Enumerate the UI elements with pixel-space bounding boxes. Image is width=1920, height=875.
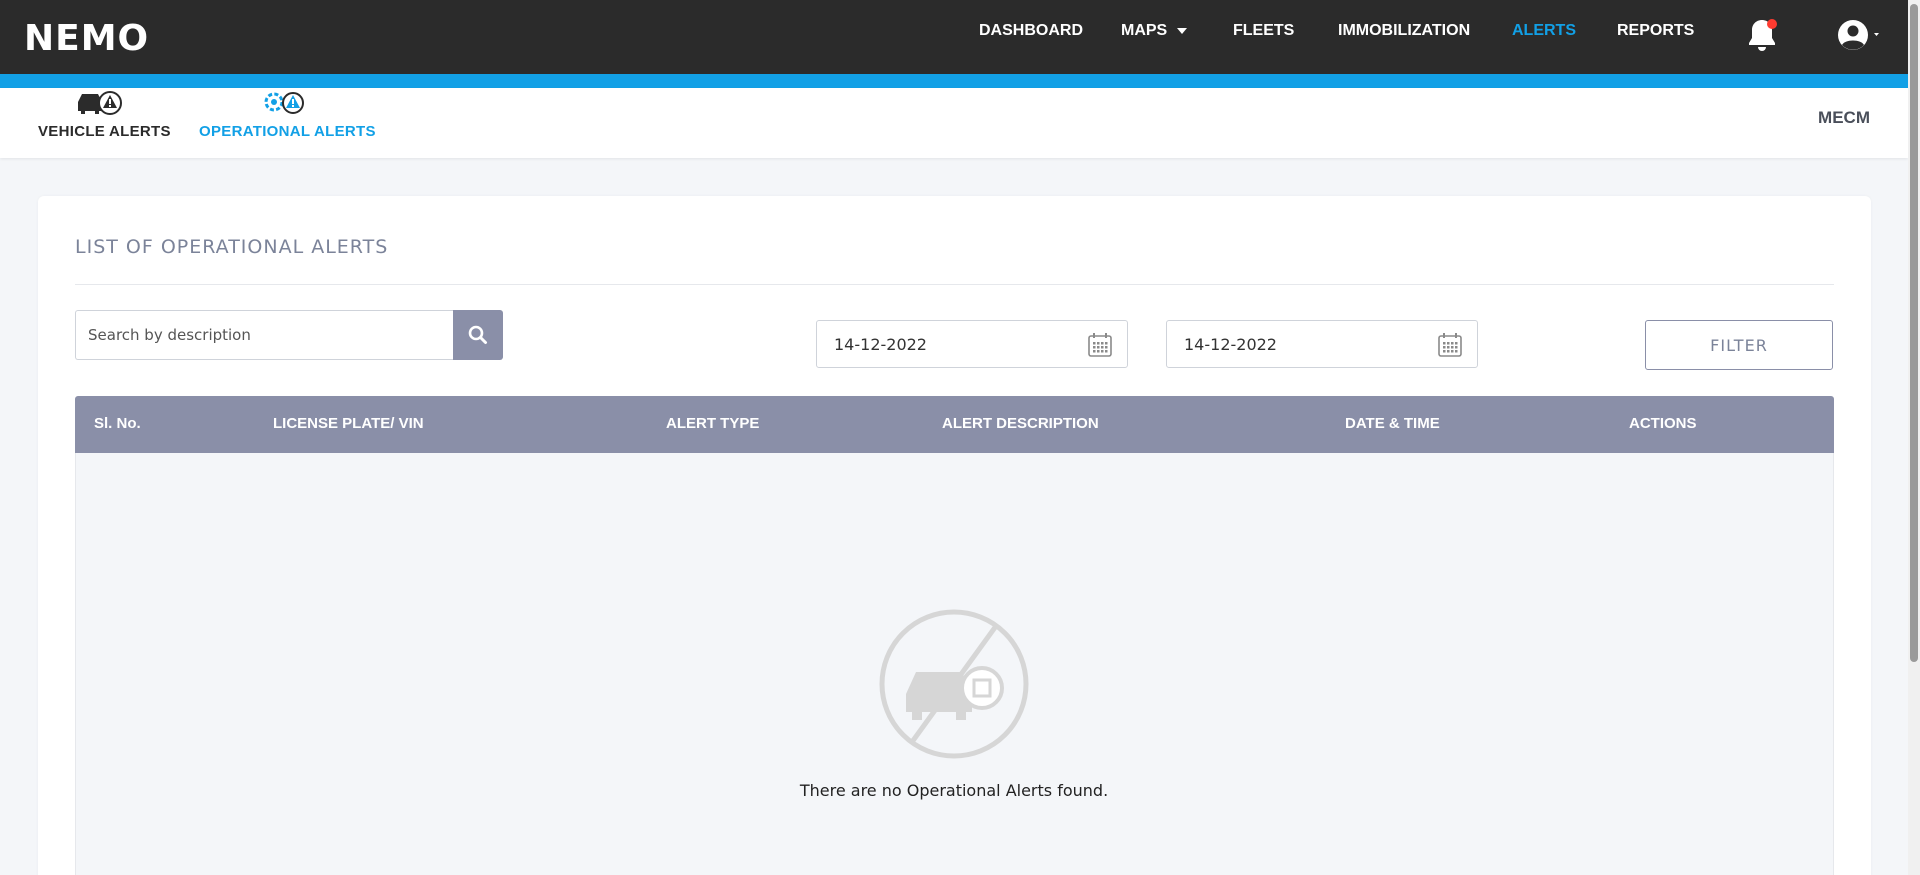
- top-navbar: NEMO DASHBOARD MAPS FLEETS IMMOBILIZATIO…: [0, 0, 1908, 74]
- column-header-alert-description: ALERT DESCRIPTION: [942, 415, 1099, 432]
- nav-maps[interactable]: MAPS: [1121, 22, 1188, 46]
- search-icon: [468, 325, 487, 344]
- nav-immobilization[interactable]: IMMOBILIZATION: [1338, 22, 1470, 46]
- column-header-license-plate: LICENSE PLATE/ VIN: [273, 415, 424, 432]
- tab-operational-alerts-label: OPERATIONAL ALERTS: [199, 123, 376, 140]
- notification-bell-icon[interactable]: [1745, 16, 1779, 54]
- calendar-icon[interactable]: [1437, 332, 1463, 358]
- nav-fleets[interactable]: FLEETS: [1233, 22, 1294, 46]
- scrollbar-thumb[interactable]: [1910, 4, 1918, 662]
- accent-bar: [0, 74, 1908, 88]
- calendar-icon[interactable]: [1087, 332, 1113, 358]
- date-to-value: 14-12-2022: [1184, 335, 1277, 354]
- search-input[interactable]: [75, 310, 455, 360]
- app-logo[interactable]: NEMO: [24, 18, 149, 59]
- nav-alerts[interactable]: ALERTS: [1512, 22, 1576, 46]
- tab-vehicle-alerts-label: VEHICLE ALERTS: [38, 123, 171, 140]
- column-header-date-time: DATE & TIME: [1345, 415, 1440, 432]
- empty-state-text: There are no Operational Alerts found.: [799, 781, 1109, 800]
- title-divider: [75, 284, 1834, 285]
- nav-dashboard[interactable]: DASHBOARD: [979, 22, 1083, 46]
- nav-maps-label: MAPS: [1121, 22, 1168, 39]
- date-from-field[interactable]: 14-12-2022: [816, 320, 1128, 368]
- date-to-field[interactable]: 14-12-2022: [1166, 320, 1478, 368]
- empty-state-message: There are no Operational Alerts found.: [0, 781, 1908, 800]
- page-scrollbar[interactable]: [1908, 0, 1920, 875]
- column-header-sl-no: Sl. No.: [94, 415, 141, 432]
- no-alerts-icon: [879, 609, 1029, 759]
- page-title: LIST OF OPERATIONAL ALERTS: [75, 236, 389, 258]
- operational-alert-icon: [264, 92, 304, 114]
- chevron-down-icon: [1177, 27, 1188, 34]
- column-header-actions: ACTIONS: [1629, 415, 1697, 432]
- organization-name: MECM: [1818, 108, 1870, 127]
- filter-button[interactable]: FILTER: [1645, 320, 1833, 370]
- tab-vehicle-alerts[interactable]: VEHICLE ALERTS: [38, 88, 171, 158]
- user-menu-button[interactable]: [1836, 18, 1884, 52]
- alerts-subnav: VEHICLE ALERTS OPERATIONAL ALERTS MECM: [0, 88, 1908, 158]
- table-header: Sl. No. LICENSE PLATE/ VIN ALERT TYPE AL…: [75, 396, 1834, 453]
- operational-alerts-card: LIST OF OPERATIONAL ALERTS 14-12-2022 14…: [38, 196, 1871, 875]
- vehicle-alert-icon: [78, 91, 122, 115]
- nav-reports[interactable]: REPORTS: [1617, 22, 1694, 46]
- search-button[interactable]: [453, 310, 503, 360]
- notification-dot: [1767, 19, 1777, 29]
- column-header-alert-type: ALERT TYPE: [666, 415, 760, 432]
- date-from-value: 14-12-2022: [834, 335, 927, 354]
- tab-operational-alerts[interactable]: OPERATIONAL ALERTS: [199, 88, 375, 158]
